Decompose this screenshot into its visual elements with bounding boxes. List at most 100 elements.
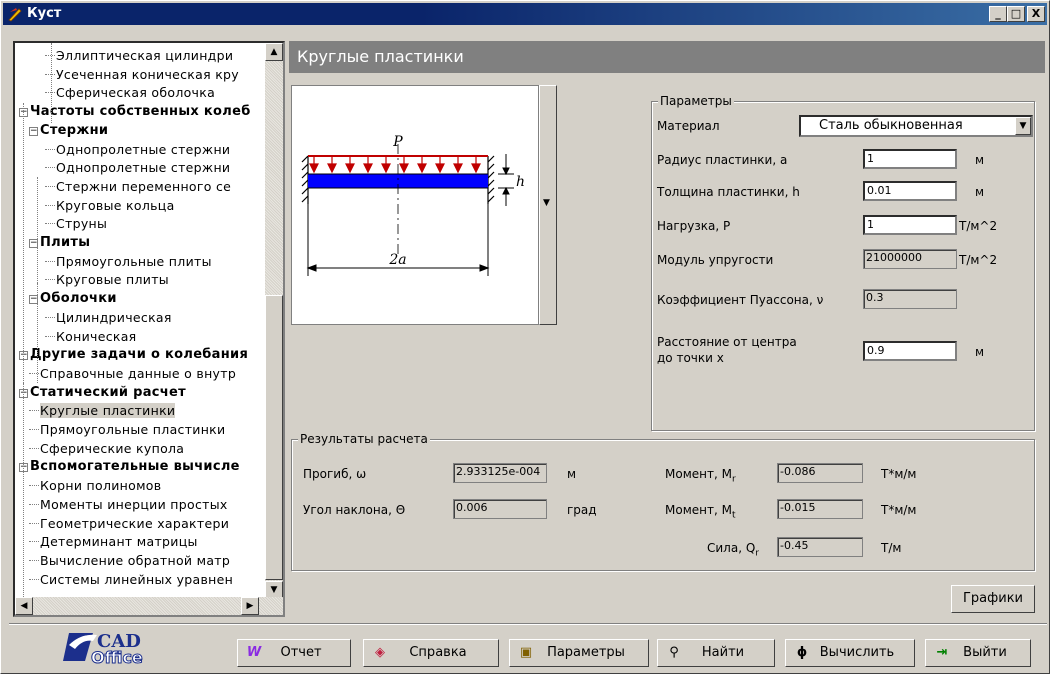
tree-group-item[interactable]: − Стержни <box>29 122 108 140</box>
collapse-icon[interactable]: − <box>29 126 38 136</box>
exit-button[interactable]: ⇥ Выйти <box>925 639 1031 667</box>
tree-item[interactable]: Справочные данные о внутр <box>29 365 236 383</box>
tree-group-item[interactable]: − Вспомогательные вычисле <box>19 458 240 476</box>
tree-group-item[interactable]: − Оболочки <box>29 290 117 308</box>
tree-item[interactable]: Круговые кольца <box>45 197 175 215</box>
tree-connector <box>45 185 55 187</box>
tree-item-label: Плиты <box>40 235 91 250</box>
force-q-label: Сила, Qr <box>707 541 759 559</box>
radius-label: Радиус пластинки, a <box>657 153 788 167</box>
tree-connector <box>29 578 39 580</box>
tree-item-label: Справочные данные о внутр <box>40 365 237 381</box>
task-tree[interactable]: Эллиптическая цилиндри Усеченная коническ… <box>13 41 285 617</box>
tree-item[interactable]: Системы линейных уравнен <box>29 571 233 589</box>
tree-group-item[interactable]: − Плиты <box>29 234 90 252</box>
tree-item-label: Сферическая оболочка <box>56 85 216 101</box>
calculate-button[interactable]: ɸ Вычислить <box>785 639 915 667</box>
help-button[interactable]: ◈ Справка <box>363 639 499 667</box>
load-field[interactable]: 1 <box>863 215 957 235</box>
tree-item[interactable]: Корни полиномов <box>29 477 161 495</box>
radius-field[interactable]: 1 <box>863 149 957 169</box>
tree-connector <box>29 503 39 505</box>
tree-connector <box>29 541 39 543</box>
tree-connector <box>45 335 55 337</box>
poisson-label: Коэффициент Пуассона, ν <box>657 293 824 307</box>
tree-guide-line <box>51 43 52 123</box>
tree-guide-line <box>23 383 24 599</box>
tree-connector <box>45 316 55 318</box>
tree-item[interactable]: Цилиндрическая <box>45 309 172 327</box>
tree-group-item[interactable]: − Другие задачи о колебания <box>19 346 248 364</box>
load-label: Нагрузка, P <box>657 219 731 233</box>
tree-item-label: Круглые пластинки <box>40 403 176 419</box>
scroll-left-arrow-icon[interactable]: ◀ <box>15 597 33 615</box>
tree-connector <box>29 559 39 561</box>
tree-connector <box>45 73 55 75</box>
tree-item[interactable]: Эллиптическая цилиндри <box>45 47 233 65</box>
title-bar: Куст _ □ X <box>3 3 1047 25</box>
material-value: Сталь обыкновенная <box>819 118 963 133</box>
deflection-unit: м <box>567 467 577 481</box>
tree-item[interactable]: Круглые пластинки <box>29 402 176 420</box>
material-select[interactable]: Сталь обыкновенная ▼ <box>799 115 1033 137</box>
tree-connector <box>29 410 39 412</box>
panel-title: Круглые пластинки <box>289 41 1045 73</box>
thickness-field[interactable]: 0.01 <box>863 181 957 201</box>
tree-item-label: Корни полиномов <box>40 478 162 494</box>
tree-horizontal-scrollbar[interactable]: ◀ ▶ <box>15 597 283 615</box>
tree-item[interactable]: Геометрические характери <box>29 515 229 533</box>
chevron-down-icon[interactable]: ▼ <box>1015 117 1031 135</box>
tree-item-label: Эллиптическая цилиндри <box>56 48 234 63</box>
span-label: 2a <box>388 252 406 268</box>
force-q-field: -0.45 <box>777 537 863 557</box>
tree-vertical-scrollbar[interactable]: ▲ ▼ <box>265 43 283 599</box>
tree-item[interactable]: Прямоугольные пластинки <box>29 421 225 439</box>
tree-item[interactable]: Стержни переменного се <box>45 178 231 196</box>
tree-item[interactable]: Усеченная коническая кру <box>45 66 239 84</box>
tree-item-label: Струны <box>56 216 108 232</box>
tree-item[interactable]: Сферические купола <box>29 440 184 458</box>
scroll-up-arrow-icon[interactable]: ▲ <box>265 43 283 61</box>
distance-label-2: до точки x <box>657 351 724 365</box>
diagram-dropdown-button[interactable]: ▼ <box>539 85 557 325</box>
tree-item[interactable]: Вычисление обратной матр <box>29 552 230 570</box>
parameters-button[interactable]: ▣ Параметры <box>509 639 649 667</box>
tree-item-label: Однопролетные стержни <box>56 141 231 157</box>
close-button[interactable]: X <box>1027 6 1045 22</box>
find-button[interactable]: ⚲ Найти <box>657 639 775 667</box>
tree-item[interactable]: Моменты инерции простых <box>29 496 228 514</box>
scroll-thumb[interactable] <box>265 295 283 580</box>
moment-r-unit: Т*м/м <box>881 467 917 481</box>
moment-t-unit: Т*м/м <box>881 503 917 517</box>
logo-text-office: Office <box>91 648 143 667</box>
tree-group-item[interactable]: − Статический расчет <box>19 384 186 402</box>
tree-connector <box>45 148 55 150</box>
tree-item[interactable]: Струны <box>45 215 107 233</box>
tree-item[interactable]: Прямоугольные плиты <box>45 253 212 271</box>
radius-unit: м <box>975 153 985 167</box>
load-unit: Т/м^2 <box>959 219 998 233</box>
plate-diagram: P h 2a <box>291 85 539 325</box>
modulus-label: Модуль упругости <box>657 253 774 267</box>
scroll-right-arrow-icon[interactable]: ▶ <box>241 597 259 615</box>
tree-item[interactable]: Однопролетные стержни <box>45 141 230 159</box>
tree-item[interactable]: Сферическая оболочка <box>45 84 215 102</box>
tree-item[interactable]: Детерминант матрицы <box>29 533 198 551</box>
distance-field[interactable]: 0.9 <box>863 341 957 361</box>
graphs-button[interactable]: Графики <box>951 585 1035 613</box>
tree-item-label: Сферические купола <box>40 440 185 456</box>
tree-item-label: Детерминант матрицы <box>40 534 198 550</box>
tree-connector <box>45 260 55 262</box>
minimize-button[interactable]: _ <box>989 6 1007 22</box>
tree-item[interactable]: Круговые плиты <box>45 271 169 289</box>
tree-content: Эллиптическая цилиндри Усеченная коническ… <box>15 43 265 599</box>
tree-item[interactable]: Коническая <box>45 328 137 346</box>
distance-unit: м <box>975 345 985 359</box>
maximize-button[interactable]: □ <box>1007 6 1025 22</box>
report-button[interactable]: W Отчет <box>237 639 351 667</box>
plate-scheme-icon: P h 2a <box>301 134 525 276</box>
tree-connector <box>29 447 39 449</box>
tree-item-label: Частоты собственных колеб <box>30 104 251 120</box>
tree-group-item[interactable]: − Частоты собственных колеб <box>19 103 251 121</box>
tree-item[interactable]: Однопролетные стержни <box>45 159 230 177</box>
